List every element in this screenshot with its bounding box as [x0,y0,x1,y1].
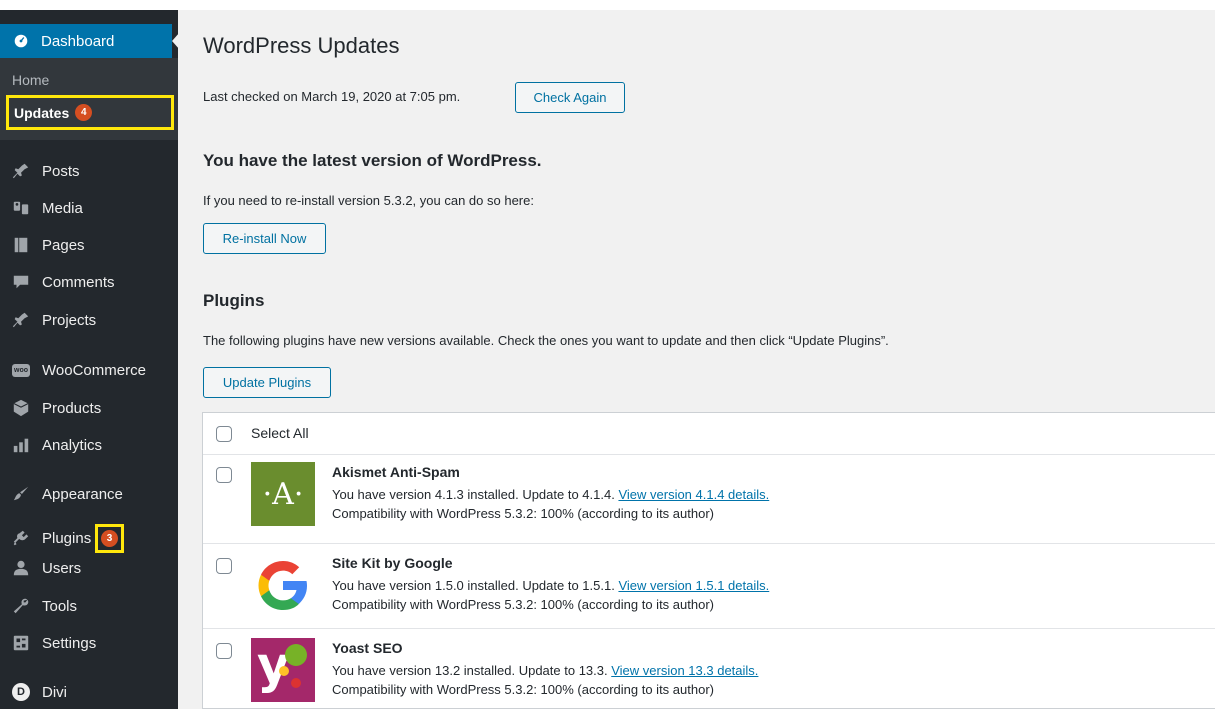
sidebar-item-pages[interactable]: Pages [0,230,178,260]
sidebar-item-label: Users [42,559,82,577]
settings-icon [11,633,31,653]
dashboard-icon [14,34,28,48]
yoast-dot-green [285,644,307,666]
plugins-table: Select All ·A· Akismet Anti-Spam You hav… [202,412,1215,709]
plugin-checkbox[interactable] [216,643,232,659]
brush-icon [11,484,31,504]
sidebar-item-tools[interactable]: Tools [0,591,178,621]
sidebar-item-label: Comments [42,273,115,291]
sidebar-item-analytics[interactable]: Analytics [0,430,178,460]
plugin-version-info: You have version 4.1.3 installed. Update… [332,485,769,505]
plugins-update-highlight: 3 [95,524,124,553]
plug-icon [11,528,31,548]
sidebar-item-label: Projects [42,311,97,329]
plugin-details-link[interactable]: View version 13.3 details. [611,663,758,678]
plugin-update-count-badge: 3 [101,530,118,547]
plugin-name: Yoast SEO [332,640,403,656]
pin-icon [11,161,31,181]
update-plugins-button[interactable]: Update Plugins [203,367,331,398]
pin-icon [11,310,31,330]
latest-version-heading: You have the latest version of WordPress… [203,151,542,170]
plugin-details-link[interactable]: View version 1.5.1 details. [618,578,769,593]
divi-icon: D [11,682,31,702]
sidebar-item-plugins[interactable]: Plugins [0,523,95,553]
plugin-name: Akismet Anti-Spam [332,464,460,480]
select-all-row: Select All [203,413,1215,455]
plugin-name: Site Kit by Google [332,555,453,571]
plugin-version-info: You have version 1.5.0 installed. Update… [332,576,769,596]
submenu-item-label: Updates [14,104,70,121]
box-icon [11,398,31,418]
sidebar-item-label: WooCommerce [42,361,146,379]
update-count-badge: 4 [75,104,93,121]
plugin-details-link[interactable]: View version 4.1.4 details. [618,487,769,502]
yoast-dot-yellow [279,666,289,676]
sidebar-item-users[interactable]: Users [0,553,178,583]
yoast-dot-red [291,678,301,688]
sidebar-item-label: Analytics [42,436,103,454]
bar-chart-icon [11,435,31,455]
sidebar-item-label: Products [42,399,102,417]
yoast-logo: y [251,638,315,702]
sidebar-item-appearance[interactable]: Appearance [0,479,178,509]
top-strip [0,0,1215,10]
google-logo [251,553,315,617]
plugin-compatibility: Compatibility with WordPress 5.3.2: 100%… [332,682,714,697]
sidebar-item-projects[interactable]: Projects [0,305,178,335]
plugin-version-info: You have version 13.2 installed. Update … [332,661,758,681]
woo-icon-text: woo [12,363,30,377]
plugin-version-text: You have version 1.5.0 installed. Update… [332,578,615,593]
page-title: WordPress Updates [203,33,400,58]
last-checked-text: Last checked on March 19, 2020 at 7:05 p… [203,89,461,104]
table-row: ·A· Akismet Anti-Spam You have version 4… [203,455,1215,544]
admin-sidebar: Dashboard Home Updates 4 Posts Media Pag… [0,10,180,709]
plugins-description: The following plugins have new versions … [203,333,889,348]
sidebar-item-label: Appearance [42,485,123,503]
select-all-label[interactable]: Select All [251,425,309,441]
akismet-logo: ·A· [251,462,315,526]
sidebar-item-label: Settings [42,634,97,652]
table-row: y Yoast SEO You have version 13.2 instal… [203,629,1215,709]
main-content: WordPress Updates Last checked on March … [178,10,1215,709]
sidebar-item-divi[interactable]: D Divi [0,677,178,707]
plugin-version-text: You have version 13.2 installed. Update … [332,663,608,678]
sidebar-item-label: Posts [42,162,80,180]
plugin-compatibility: Compatibility with WordPress 5.3.2: 100%… [332,506,714,521]
akismet-logo-text: ·A· [262,476,304,512]
plugins-heading: Plugins [203,291,265,310]
sidebar-item-label: Plugins [42,529,92,547]
plugin-checkbox[interactable] [216,467,232,483]
select-all-checkbox[interactable] [216,426,232,442]
user-icon [11,558,31,578]
check-again-button[interactable]: Check Again [515,82,625,113]
sidebar-item-label: Divi [42,683,67,701]
sidebar-item-label: Dashboard [41,32,115,50]
divi-icon-letter: D [12,683,30,701]
sidebar-item-dashboard[interactable]: Dashboard [0,24,172,58]
media-icon [11,198,31,218]
table-row: Site Kit by Google You have version 1.5.… [203,544,1215,629]
sidebar-item-media[interactable]: Media [0,193,178,223]
submenu-item-home[interactable]: Home [12,72,49,88]
sidebar-item-comments[interactable]: Comments [0,267,178,297]
sidebar-item-posts[interactable]: Posts [0,156,178,186]
reinstall-text: If you need to re-install version 5.3.2,… [203,193,534,208]
wrench-icon [11,596,31,616]
plugin-version-text: You have version 4.1.3 installed. Update… [332,487,615,502]
pages-icon [11,235,31,255]
sidebar-item-products[interactable]: Products [0,393,178,423]
sidebar-item-label: Pages [42,236,85,254]
plugin-checkbox[interactable] [216,558,232,574]
sidebar-item-label: Tools [42,597,78,615]
sidebar-item-settings[interactable]: Settings [0,628,178,658]
comment-icon [11,272,31,292]
reinstall-button[interactable]: Re-install Now [203,223,326,254]
submenu-item-updates[interactable]: Updates 4 [6,95,174,130]
sidebar-item-woocommerce[interactable]: woo WooCommerce [0,355,178,385]
plugin-compatibility: Compatibility with WordPress 5.3.2: 100%… [332,597,714,612]
woo-icon: woo [11,360,31,380]
sidebar-item-label: Media [42,199,83,217]
